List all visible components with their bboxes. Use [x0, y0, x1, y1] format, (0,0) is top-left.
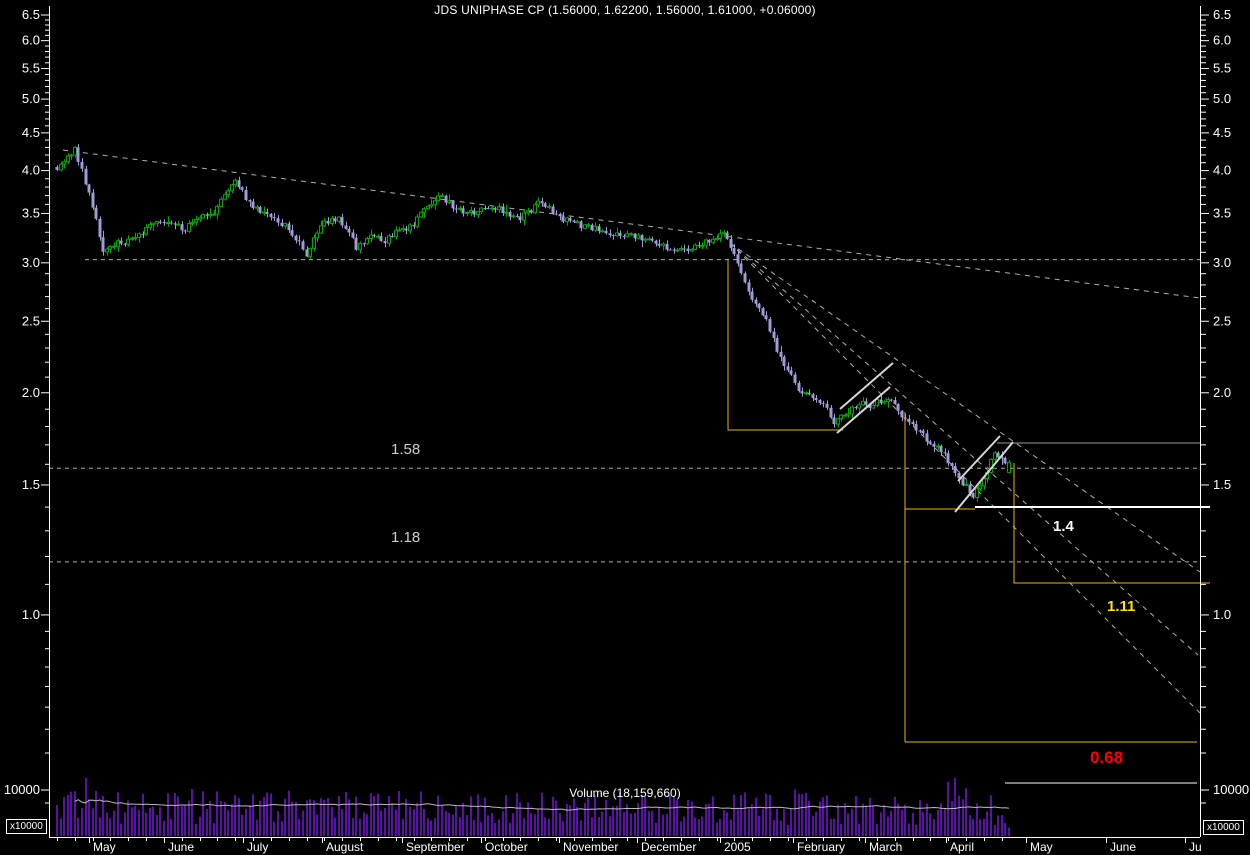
fan-line-1: [729, 242, 1201, 573]
month-label: May: [93, 840, 116, 854]
long-downtrend: [62, 149, 1201, 299]
volume-unit-left: x10000: [6, 819, 47, 834]
axis-label: 2.5: [22, 313, 40, 328]
month-label: March: [869, 840, 902, 854]
chart-canvas[interactable]: 6.5 6.5 6.0 6.0 5.5 5.5 5.0 5.0 4.5 4.5 4.0 4.0 3.5 3…: [0, 0, 1250, 855]
candle-wicks: [57, 144, 1010, 502]
axis-label: 6.0: [1213, 33, 1231, 48]
axis-label: 4.5: [22, 125, 40, 140]
month-label: April: [950, 840, 974, 854]
axis-label: 2.0: [1213, 385, 1231, 400]
axis-label: 1.0: [1213, 607, 1231, 622]
candle-bodies: [55, 146, 1011, 498]
axis-label: 1.0: [22, 607, 40, 622]
target-label-0.68: 0.68: [1090, 748, 1124, 767]
fan-line-2: [729, 242, 1199, 656]
axis-label: 5.0: [1213, 91, 1231, 106]
fan-line-3: [729, 242, 1201, 714]
target-label-1.11: 1.11: [1107, 598, 1136, 615]
axis-label: 3.0: [22, 255, 40, 270]
target-label-1.4: 1.4: [1053, 518, 1074, 535]
axis-label: 3.5: [1213, 205, 1231, 220]
axis-label: 4.0: [1213, 163, 1231, 178]
support-label-1.58: 1.58: [391, 441, 421, 458]
axis-label: 4.5: [1213, 125, 1231, 140]
axis-label: 4.0: [22, 163, 40, 178]
chart-title: JDS UNIPHASE CP (1.56000, 1.62200, 1.560…: [434, 3, 816, 17]
month-label: August: [326, 840, 364, 854]
month-label: December: [641, 840, 696, 854]
yellow-measure-line: [1013, 463, 1210, 584]
axis-label: 5.0: [22, 91, 40, 106]
axis-label: 3.5: [22, 205, 40, 220]
axis-label: 3.0: [1213, 255, 1231, 270]
chart-window: 6.5 6.5 6.0 6.0 5.5 5.5 5.0 5.0 4.5 4.5 4.0 4.0 3.5 3…: [0, 0, 1250, 855]
axis-label: 10000: [1213, 782, 1249, 797]
support-label-1.18: 1.18: [391, 529, 421, 546]
volume-unit-right: x10000: [1203, 820, 1244, 835]
month-label: June: [1110, 840, 1136, 854]
month-label: February: [797, 840, 845, 854]
axis-label: 5.5: [1213, 61, 1231, 76]
month-label: November: [563, 840, 618, 854]
flag-1: [836, 386, 891, 434]
month-label: October: [485, 840, 528, 854]
axis-label: 6.0: [22, 33, 40, 48]
axis-label: 5.5: [22, 61, 40, 76]
month-label: May: [1030, 840, 1053, 854]
axis-label: 10000: [4, 782, 40, 797]
month-label: September: [406, 840, 465, 854]
month-label: July: [247, 840, 268, 854]
axis-label: 2.5: [1213, 313, 1231, 328]
month-label: June: [168, 840, 194, 854]
month-label: 2005: [724, 840, 751, 854]
axis-label: 1.5: [22, 477, 40, 492]
month-label: Ju: [1189, 840, 1202, 854]
axis-label: 1.5: [1213, 477, 1231, 492]
volume-title: Volume (18,159,660): [569, 786, 681, 800]
axis-label: 2.0: [22, 385, 40, 400]
chart-svg[interactable]: 6.5 6.56.0 6.05.5 5.55.0 5.04.5 4.54.0 4.03.5 3…: [0, 0, 1250, 855]
